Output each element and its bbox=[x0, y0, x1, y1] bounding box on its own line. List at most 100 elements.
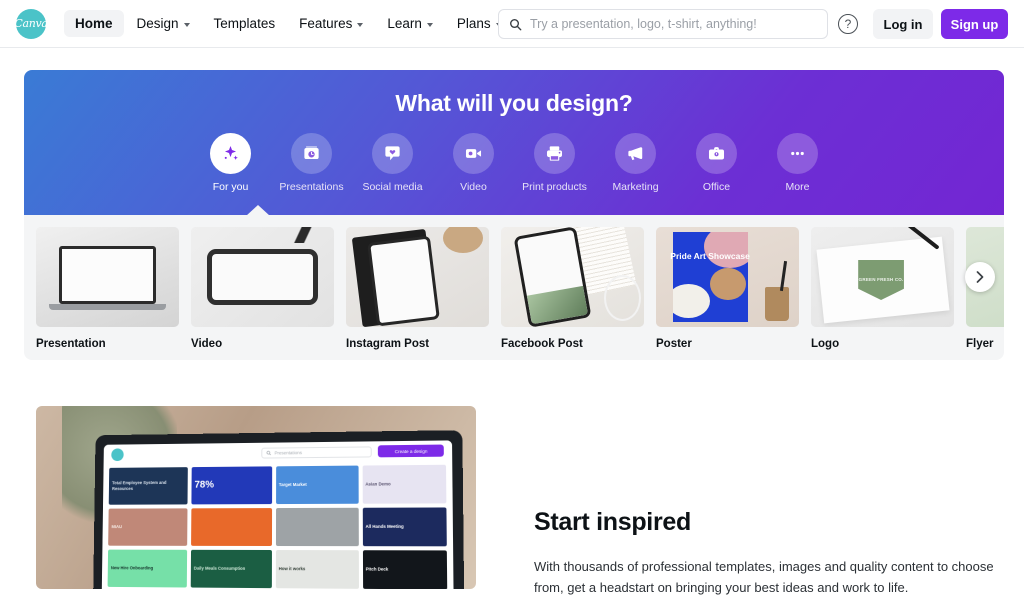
inspired-description: With thousands of professional templates… bbox=[534, 556, 1006, 598]
template-card-label: Facebook Post bbox=[501, 338, 644, 350]
template-card-video[interactable]: Video bbox=[191, 227, 334, 350]
category-tabs: For you Presentations Social media Video… bbox=[24, 133, 1004, 193]
laptop-frame: Presentations Create a design Total Empl… bbox=[92, 430, 464, 589]
mockup-tile-label: Target Market bbox=[279, 482, 307, 488]
search-input[interactable] bbox=[530, 17, 817, 31]
help-icon[interactable]: ? bbox=[838, 14, 858, 34]
mockup-tile-label: 78% bbox=[194, 482, 214, 488]
category-icon-wrap bbox=[615, 133, 656, 174]
category-tab-label: More bbox=[757, 181, 838, 193]
canva-logo-text: Canva bbox=[14, 17, 47, 30]
template-card-thumbnail bbox=[346, 227, 489, 327]
mockup-search-icon bbox=[266, 450, 271, 455]
canva-logo-icon[interactable]: Canva bbox=[16, 9, 46, 39]
template-card-thumbnail: Pride Art Showcase bbox=[656, 227, 799, 327]
category-icon-wrap bbox=[777, 133, 818, 174]
nav-item-templates[interactable]: Templates bbox=[203, 10, 287, 37]
nav-item-learn[interactable]: Learn bbox=[376, 10, 444, 37]
category-icon-wrap bbox=[534, 133, 575, 174]
poster-title: Pride Art Showcase bbox=[670, 251, 750, 261]
mockup-tile-label: New Hire Onboarding bbox=[111, 565, 153, 571]
help-glyph: ? bbox=[845, 17, 852, 31]
template-card-poster[interactable]: Pride Art Showcase Poster bbox=[656, 227, 799, 350]
mockup-template-tile: Target Market bbox=[276, 465, 358, 503]
mockup-template-tile bbox=[276, 507, 359, 545]
nav-item-label: Features bbox=[299, 16, 352, 31]
inspired-laptop-mockup: Presentations Create a design Total Empl… bbox=[36, 406, 476, 589]
mockup-tile-label: Total Employee System and Resources bbox=[112, 480, 185, 492]
category-icon-wrap bbox=[372, 133, 413, 174]
category-tab-label: For you bbox=[190, 181, 271, 193]
category-tab-label: Marketing bbox=[595, 181, 676, 193]
inspired-heading: Start inspired bbox=[534, 508, 691, 537]
category-tab-for-you[interactable]: For you bbox=[190, 133, 271, 193]
login-button[interactable]: Log in bbox=[873, 9, 933, 39]
template-card-label: Presentation bbox=[36, 338, 179, 350]
nav-item-design[interactable]: Design bbox=[126, 10, 201, 37]
printer-icon bbox=[545, 144, 564, 163]
mockup-template-tile: All Hands Meeting bbox=[362, 507, 447, 546]
ellipsis-icon bbox=[788, 144, 807, 163]
mockup-search-placeholder: Presentations bbox=[274, 449, 301, 454]
mockup-template-tile: Pitch Deck bbox=[362, 550, 447, 589]
template-card-label: Flyer bbox=[966, 338, 1004, 350]
mockup-tile-label: Pitch Deck bbox=[365, 566, 388, 572]
template-card-label: Logo bbox=[811, 338, 954, 350]
category-icon-wrap bbox=[210, 133, 251, 174]
category-tab-marketing[interactable]: Marketing bbox=[595, 133, 676, 193]
presentation-icon bbox=[302, 144, 321, 163]
mockup-cta-label: Create a design bbox=[394, 448, 427, 453]
main-nav: Home Design Templates Features Learn Plans bbox=[64, 10, 513, 37]
carousel-track: Presentation Video Instagram Post Facebo… bbox=[24, 215, 1004, 350]
template-card-thumbnail bbox=[501, 227, 644, 327]
category-icon-wrap bbox=[453, 133, 494, 174]
briefcase-icon bbox=[707, 144, 726, 163]
template-card-logo[interactable]: GREEN FRESH CO. Logo bbox=[811, 227, 954, 350]
laptop-screen: Presentations Create a design Total Empl… bbox=[101, 440, 454, 589]
video-camera-icon bbox=[464, 144, 483, 163]
carousel-next-button[interactable] bbox=[965, 262, 995, 292]
category-tab-presentations[interactable]: Presentations bbox=[271, 133, 352, 193]
template-card-thumbnail bbox=[36, 227, 179, 327]
chevron-down-icon bbox=[357, 23, 363, 27]
nav-item-features[interactable]: Features bbox=[288, 10, 374, 37]
category-tab-label: Office bbox=[676, 181, 757, 193]
template-card-label: Video bbox=[191, 338, 334, 350]
nav-item-label: Design bbox=[137, 16, 179, 31]
logo-badge-text: GREEN FRESH CO. bbox=[859, 277, 904, 283]
category-tab-print-products[interactable]: Print products bbox=[514, 133, 595, 193]
signup-button[interactable]: Sign up bbox=[941, 9, 1008, 39]
category-tab-video[interactable]: Video bbox=[433, 133, 514, 193]
active-tab-pointer bbox=[246, 205, 270, 215]
search-bar[interactable] bbox=[498, 9, 828, 39]
nav-item-label: Home bbox=[75, 16, 113, 31]
template-card-label: Poster bbox=[656, 338, 799, 350]
category-tab-office[interactable]: Office bbox=[676, 133, 757, 193]
chevron-right-icon bbox=[976, 271, 984, 283]
template-card-instagram-post[interactable]: Instagram Post bbox=[346, 227, 489, 350]
nav-item-label: Templates bbox=[214, 16, 276, 31]
nav-item-home[interactable]: Home bbox=[64, 10, 124, 37]
mockup-tile-label: MIAU bbox=[111, 524, 122, 530]
mockup-template-tile: MIAU bbox=[108, 508, 187, 545]
category-tab-more[interactable]: More bbox=[757, 133, 838, 193]
heart-chat-icon bbox=[383, 144, 402, 163]
template-card-facebook-post[interactable]: Facebook Post bbox=[501, 227, 644, 350]
mockup-template-tile bbox=[191, 508, 272, 546]
mockup-tile-label: How it works bbox=[278, 566, 305, 572]
mockup-template-tile: 78% bbox=[191, 466, 272, 504]
category-tab-label: Social media bbox=[352, 181, 433, 193]
template-carousel: Presentation Video Instagram Post Facebo… bbox=[24, 215, 1004, 360]
template-card-presentation[interactable]: Presentation bbox=[36, 227, 179, 350]
hero-banner: What will you design? For you Presentati… bbox=[24, 70, 1004, 215]
category-icon-wrap bbox=[291, 133, 332, 174]
chevron-down-icon bbox=[427, 23, 433, 27]
mockup-template-tile: Asian Demo bbox=[362, 464, 447, 503]
mockup-canva-logo-icon bbox=[111, 448, 124, 461]
category-tab-social-media[interactable]: Social media bbox=[352, 133, 433, 193]
mockup-tile-label: All Hands Meeting bbox=[365, 524, 403, 530]
mockup-template-tile: New Hire Onboarding bbox=[108, 549, 187, 587]
category-tab-label: Print products bbox=[514, 181, 595, 193]
template-card-thumbnail bbox=[191, 227, 334, 327]
mockup-template-tile: How it works bbox=[275, 550, 358, 589]
